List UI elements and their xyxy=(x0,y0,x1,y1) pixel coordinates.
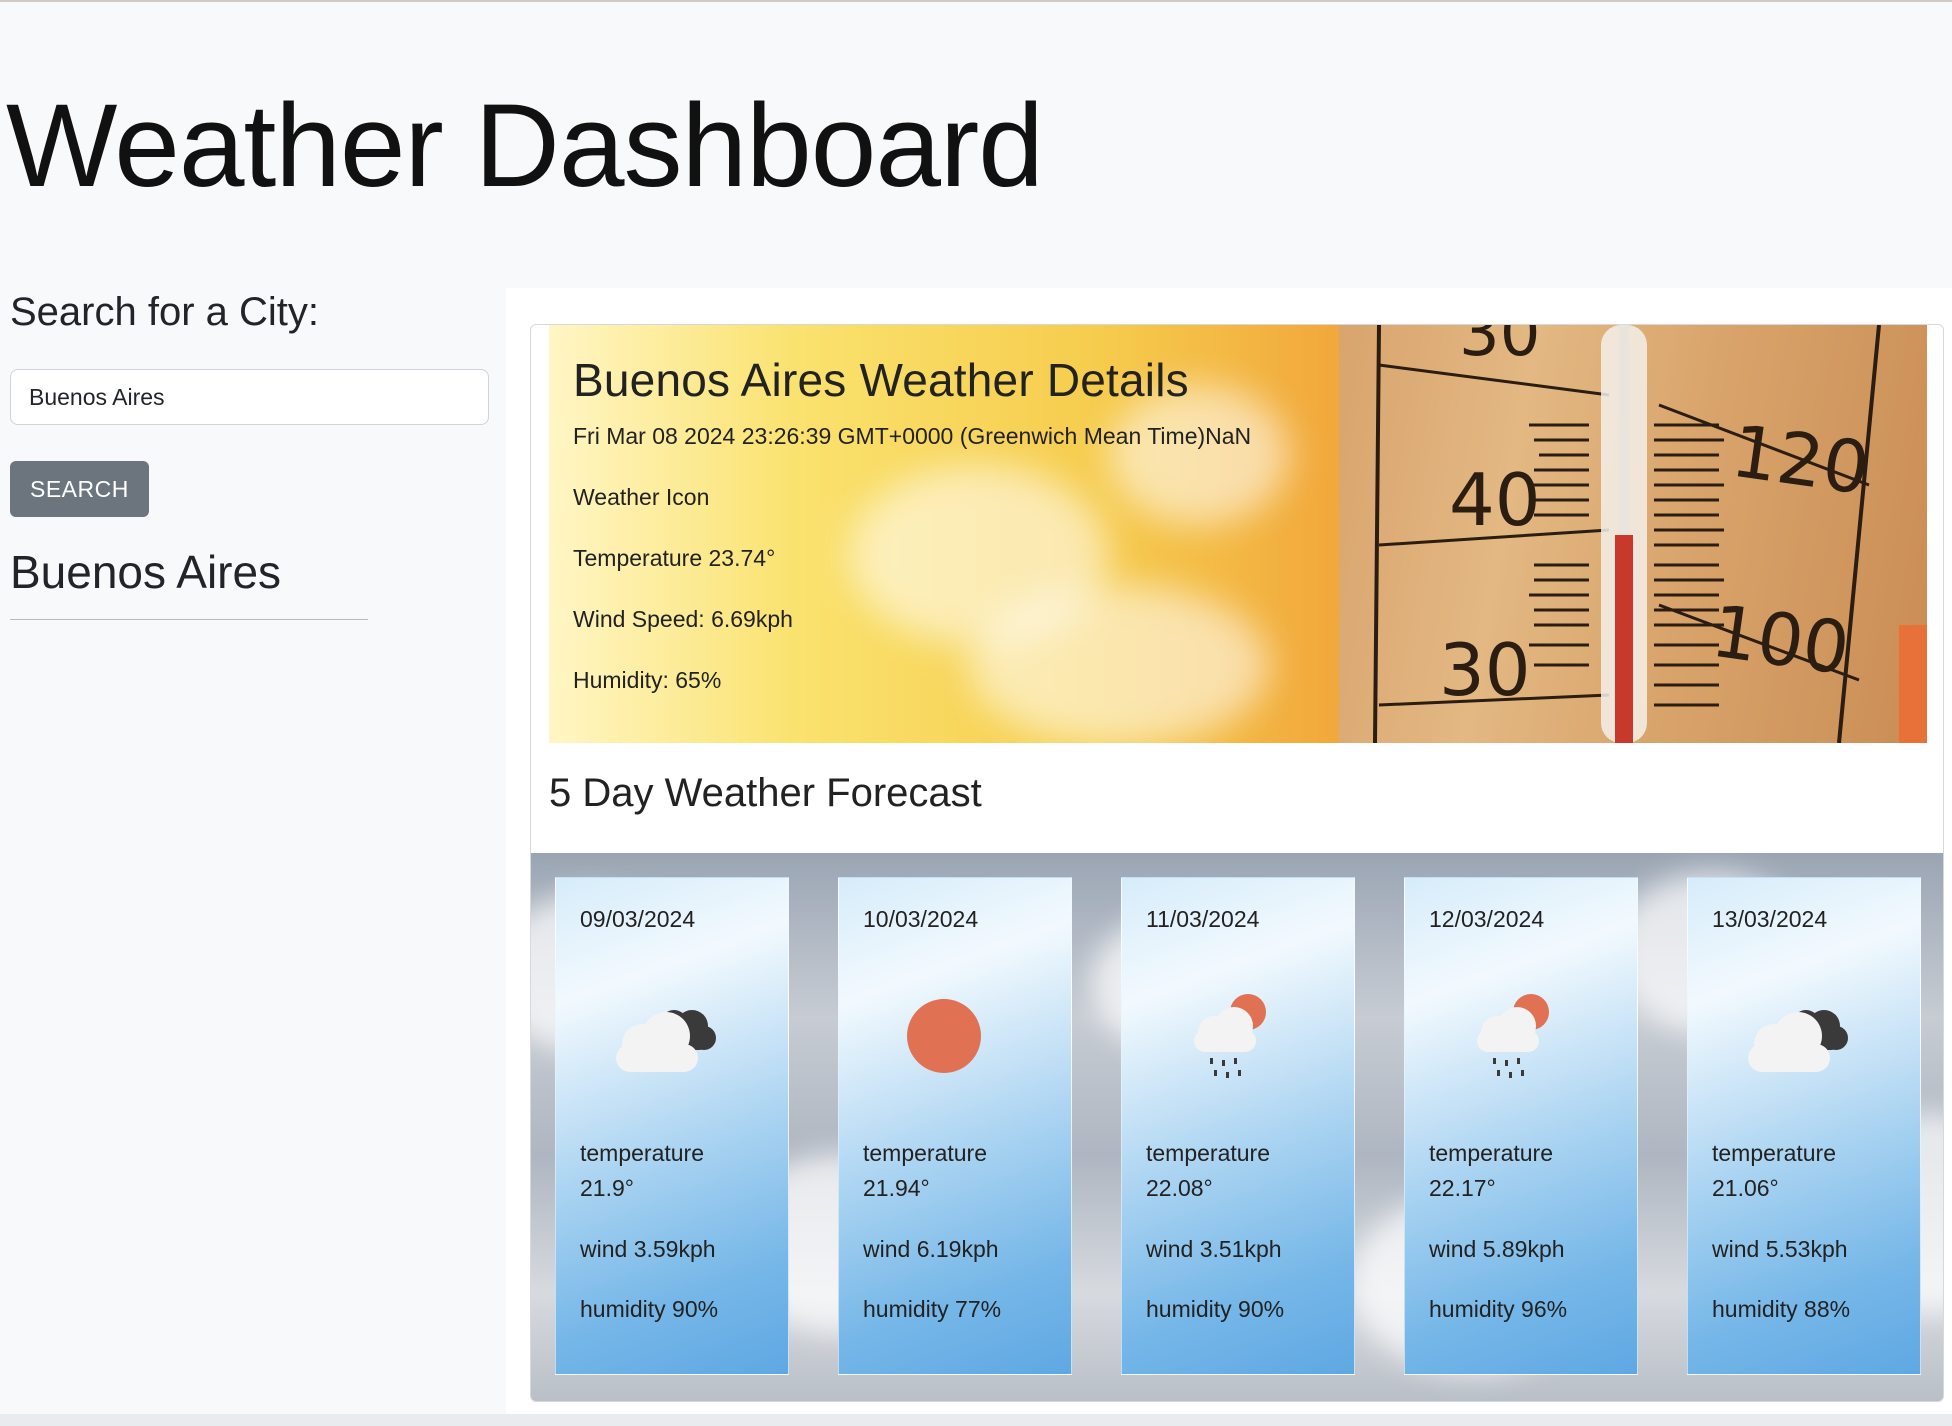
clear-sky-icon xyxy=(907,999,981,1073)
page-title: Weather Dashboard xyxy=(6,80,1044,212)
forecast-temperature: 21.06° xyxy=(1712,1175,1779,1201)
thermometer-image: 30 40 30 120 100 xyxy=(1339,325,1927,743)
search-input[interactable] xyxy=(10,369,489,425)
forecast-temperature: 22.08° xyxy=(1146,1175,1213,1201)
forecast-temperature-label: temperature xyxy=(1712,1140,1837,1166)
forecast-temperature-label: temperature xyxy=(863,1140,988,1166)
thermo-label: 30 xyxy=(1439,628,1531,712)
current-weather-details: Buenos Aires Weather Details Fri Mar 08 … xyxy=(573,353,1373,694)
forecast-wind: wind 5.53kph xyxy=(1712,1236,1848,1262)
forecast-card: 09/03/2024 temperature 21.9° wind 3.59kp… xyxy=(555,877,789,1375)
thermo-label: 40 xyxy=(1449,458,1541,542)
main-panel: 30 40 30 120 100 Buenos Aires Weather De… xyxy=(506,288,1952,1426)
thermo-label: 100 xyxy=(1707,589,1855,691)
thermo-label: 120 xyxy=(1727,409,1875,511)
forecast-date: 10/03/2024 xyxy=(863,906,979,932)
top-border xyxy=(0,0,1952,2)
current-temperature: Temperature 23.74° xyxy=(573,545,776,571)
forecast-wind: wind 6.19kph xyxy=(863,1236,999,1262)
forecast-humidity: humidity 96% xyxy=(1429,1296,1568,1322)
forecast-date: 11/03/2024 xyxy=(1146,906,1260,932)
history-item[interactable]: Buenos Aires xyxy=(10,545,368,620)
current-weather-banner: 30 40 30 120 100 Buenos Aires Weather De… xyxy=(549,325,1927,743)
forecast-wind: wind 3.51kph xyxy=(1146,1236,1282,1262)
rain-icon xyxy=(1477,994,1549,1078)
thermometer-graphic: 30 40 30 120 100 xyxy=(1373,325,1927,743)
forecast-temperature-label: temperature xyxy=(580,1140,705,1166)
weather-icon-text: Weather Icon xyxy=(573,484,710,510)
search-heading: Search for a City: xyxy=(10,290,320,334)
forecast-card: 11/03/2024 temperature 22.08° wind 3.51k… xyxy=(1121,877,1355,1375)
forecast-date: 09/03/2024 xyxy=(580,906,696,932)
forecast-temperature: 21.9° xyxy=(580,1175,634,1201)
current-humidity: Humidity: 65% xyxy=(573,667,722,693)
forecast-card: 10/03/2024 temperature 21.94° wind 6.19k… xyxy=(838,877,1072,1375)
broken-clouds-icon xyxy=(1748,1010,1848,1072)
forecast-date: 13/03/2024 xyxy=(1712,906,1828,932)
bottom-strip xyxy=(0,1414,1952,1426)
forecast-date: 12/03/2024 xyxy=(1429,906,1545,932)
thermo-label: 30 xyxy=(1459,325,1540,371)
forecast-wind: wind 3.59kph xyxy=(580,1236,716,1262)
current-date: Fri Mar 08 2024 23:26:39 GMT+0000 (Green… xyxy=(573,423,1252,449)
forecast-card: 13/03/2024 temperature 21.06° wind 5.53k… xyxy=(1687,877,1921,1375)
rain-icon xyxy=(1194,994,1266,1078)
sidebar: Search for a City: SEARCH Buenos Aires xyxy=(10,290,490,620)
forecast-temperature: 21.94° xyxy=(863,1175,930,1201)
forecast-humidity: humidity 90% xyxy=(580,1296,719,1322)
forecast-temperature-label: temperature xyxy=(1429,1140,1554,1166)
weather-card: 30 40 30 120 100 Buenos Aires Weather De… xyxy=(530,324,1944,1402)
forecast-temperature: 22.17° xyxy=(1429,1175,1496,1201)
city-weather-title: Buenos Aires Weather Details xyxy=(573,354,1189,406)
forecast-wind: wind 5.89kph xyxy=(1429,1236,1565,1262)
forecast-area: 09/03/2024 temperature 21.9° wind 3.59kp… xyxy=(531,853,1943,1401)
current-wind-speed: Wind Speed: 6.69kph xyxy=(573,606,793,632)
forecast-card: 12/03/2024 temperature 22.17° wind 5.89k… xyxy=(1404,877,1638,1375)
forecast-heading: 5 Day Weather Forecast xyxy=(549,771,982,815)
forecast-humidity: humidity 90% xyxy=(1146,1296,1285,1322)
search-button[interactable]: SEARCH xyxy=(10,461,149,517)
forecast-humidity: humidity 88% xyxy=(1712,1296,1851,1322)
broken-clouds-icon xyxy=(616,1010,716,1072)
forecast-temperature-label: temperature xyxy=(1146,1140,1271,1166)
forecast-humidity: humidity 77% xyxy=(863,1296,1002,1322)
